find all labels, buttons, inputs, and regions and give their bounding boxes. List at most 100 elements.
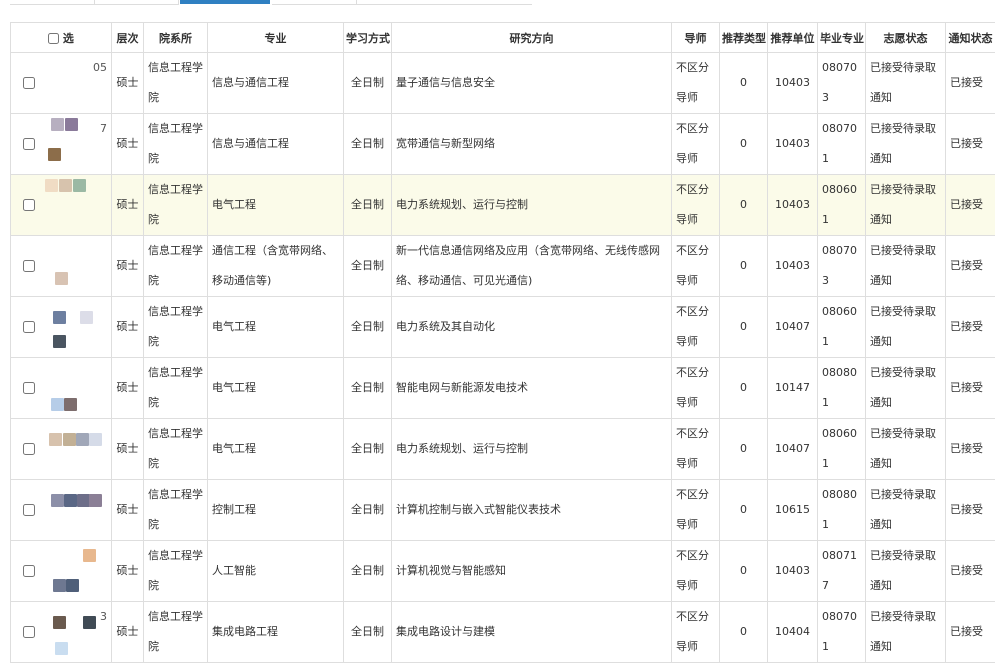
table-row[interactable]: 硕士 信息工程学院 电气工程 全日制 电力系统及其自动化 不区分导师 0 10407 08060…	[10, 296, 995, 358]
table-row[interactable]: 硕士 信息工程学院 电气工程 全日制 电力系统规划、运行与控制 不区分导师 0 10403 08…	[10, 174, 995, 236]
level-cell: 硕士	[111, 296, 144, 358]
header-select: 选	[10, 22, 112, 53]
table-row[interactable]: 硕士 信息工程学院 控制工程 全日制 计算机控制与嵌入式智能仪表技术 不区分导师 0 1061…	[10, 479, 995, 541]
grad-major-cell: 080801	[817, 479, 866, 541]
mode-cell: 全日制	[343, 418, 392, 480]
grad-major-cell: 080717	[817, 540, 866, 602]
row-checkbox[interactable]	[23, 77, 35, 89]
major-cell: 通信工程（含宽带网络、移动通信等)	[207, 235, 344, 297]
notice-cell: 已接受	[945, 357, 995, 419]
rec-unit-cell: 10407	[767, 418, 818, 480]
table-row[interactable]: 7 硕士 信息工程学院 信息与通信工程 全日制 宽带通信与新型网络 不区分导师 0 10403 0…	[10, 113, 995, 175]
tab-1[interactable]	[10, 0, 95, 5]
level-cell: 硕士	[111, 52, 144, 114]
level-cell: 硕士	[111, 174, 144, 236]
row-select-cell	[10, 418, 112, 480]
notice-cell: 已接受	[945, 479, 995, 541]
row-checkbox[interactable]	[23, 443, 35, 455]
grad-major-cell: 080601	[817, 418, 866, 480]
redacted-pixel	[51, 494, 64, 507]
rec-type-cell: 0	[719, 52, 768, 114]
row-checkbox[interactable]	[23, 504, 35, 516]
rec-unit-cell: 10147	[767, 357, 818, 419]
row-checkbox[interactable]	[23, 382, 35, 394]
table-row[interactable]: 3 硕士 信息工程学院 集成电路工程 全日制 集成电路设计与建模 不区分导师 0 10404 08…	[10, 601, 995, 663]
dept-cell: 信息工程学院	[143, 113, 208, 175]
redacted-pixel	[49, 433, 62, 446]
redacted-pixel	[53, 311, 66, 324]
level-cell: 硕士	[111, 540, 144, 602]
redacted-pixel	[45, 179, 58, 192]
row-checkbox[interactable]	[23, 138, 35, 150]
row-checkbox[interactable]	[23, 321, 35, 333]
direction-cell: 集成电路设计与建模	[391, 601, 672, 663]
direction-cell: 宽带通信与新型网络	[391, 113, 672, 175]
table-row[interactable]: 05 硕士 信息工程学院 信息与通信工程 全日制 量子通信与信息安全 不区分导师 0 10403…	[10, 52, 995, 114]
notice-cell: 已接受	[945, 540, 995, 602]
dept-cell: 信息工程学院	[143, 357, 208, 419]
row-checkbox[interactable]	[23, 626, 35, 638]
direction-cell: 量子通信与信息安全	[391, 52, 672, 114]
redacted-pixel	[59, 179, 72, 192]
redacted-pixel	[66, 579, 79, 592]
mode-cell: 全日制	[343, 540, 392, 602]
major-cell: 电气工程	[207, 418, 344, 480]
row-checkbox[interactable]	[23, 260, 35, 272]
major-cell: 人工智能	[207, 540, 344, 602]
grad-major-cell: 080701	[817, 601, 866, 663]
rec-unit-cell: 10403	[767, 540, 818, 602]
status-cell: 已接受待录取通知	[865, 601, 946, 663]
select-all-checkbox[interactable]	[48, 32, 60, 44]
level-cell: 硕士	[111, 601, 144, 663]
student-id-fragment: 05	[93, 61, 107, 74]
notice-cell: 已接受	[945, 601, 995, 663]
redacted-pixel	[55, 642, 68, 655]
row-select-cell: 05	[10, 52, 112, 114]
mode-cell: 全日制	[343, 174, 392, 236]
table-row[interactable]: 硕士 信息工程学院 人工智能 全日制 计算机视觉与智能感知 不区分导师 0 10403 0807…	[10, 540, 995, 602]
student-id-fragment: 3	[100, 610, 107, 623]
tab-4[interactable]	[272, 0, 357, 5]
grad-major-cell: 080701	[817, 113, 866, 175]
direction-cell: 电力系统及其自动化	[391, 296, 672, 358]
header-mode: 学习方式	[343, 22, 392, 53]
header-advisor: 导师	[671, 22, 720, 53]
row-select-cell	[10, 296, 112, 358]
advisor-cell: 不区分导师	[671, 235, 720, 297]
rec-unit-cell: 10615	[767, 479, 818, 541]
notice-cell: 已接受	[945, 296, 995, 358]
redacted-pixel	[53, 335, 66, 348]
row-checkbox[interactable]	[23, 565, 35, 577]
status-cell: 已接受待录取通知	[865, 296, 946, 358]
status-cell: 已接受待录取通知	[865, 418, 946, 480]
header-major: 专业	[207, 22, 344, 53]
row-checkbox[interactable]	[23, 199, 35, 211]
status-cell: 已接受待录取通知	[865, 113, 946, 175]
status-cell: 已接受待录取通知	[865, 174, 946, 236]
mode-cell: 全日制	[343, 479, 392, 541]
tab-strip	[0, 0, 995, 22]
rec-type-cell: 0	[719, 235, 768, 297]
grad-major-cell: 080703	[817, 52, 866, 114]
notice-cell: 已接受	[945, 418, 995, 480]
mode-cell: 全日制	[343, 601, 392, 663]
tab-5[interactable]	[356, 0, 532, 5]
redacted-pixel	[83, 549, 96, 562]
advisor-cell: 不区分导师	[671, 296, 720, 358]
rec-unit-cell: 10403	[767, 235, 818, 297]
header-dept: 院系所	[143, 22, 208, 53]
direction-cell: 计算机视觉与智能感知	[391, 540, 672, 602]
rec-type-cell: 0	[719, 601, 768, 663]
tab-active[interactable]	[180, 0, 270, 4]
major-cell: 信息与通信工程	[207, 113, 344, 175]
header-level: 层次	[111, 22, 144, 53]
advisor-cell: 不区分导师	[671, 357, 720, 419]
dept-cell: 信息工程学院	[143, 52, 208, 114]
rec-type-cell: 0	[719, 296, 768, 358]
tab-2[interactable]	[94, 0, 179, 5]
grad-major-cell: 080703	[817, 235, 866, 297]
redacted-pixel	[55, 272, 68, 285]
table-row[interactable]: 硕士 信息工程学院 电气工程 全日制 电力系统规划、运行与控制 不区分导师 0 10407 08…	[10, 418, 995, 480]
table-row[interactable]: 硕士 信息工程学院 电气工程 全日制 智能电网与新能源发电技术 不区分导师 0 10147 08…	[10, 357, 995, 419]
table-row[interactable]: 硕士 信息工程学院 通信工程（含宽带网络、移动通信等) 全日制 新一代信息通信网络及应用…	[10, 235, 995, 297]
